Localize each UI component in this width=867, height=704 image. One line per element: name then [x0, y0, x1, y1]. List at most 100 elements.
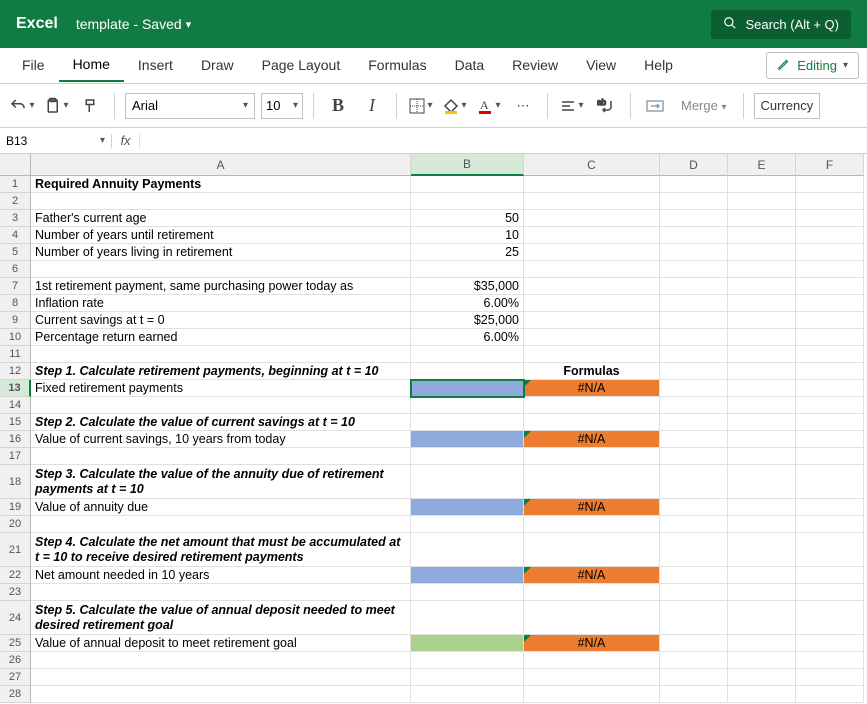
cell-F15[interactable]: [796, 414, 864, 431]
row-header[interactable]: 3: [0, 210, 31, 227]
col-header-B[interactable]: B: [411, 154, 524, 176]
cell-D18[interactable]: [660, 465, 728, 499]
row-header[interactable]: 18: [0, 465, 31, 499]
cell-E27[interactable]: [728, 669, 796, 686]
cell-E10[interactable]: [728, 329, 796, 346]
row-header[interactable]: 19: [0, 499, 31, 516]
cell-F25[interactable]: [796, 635, 864, 652]
cell-B23[interactable]: [411, 584, 524, 601]
cell-F20[interactable]: [796, 516, 864, 533]
cell-C3[interactable]: [524, 210, 660, 227]
cell-D27[interactable]: [660, 669, 728, 686]
cell-F18[interactable]: [796, 465, 864, 499]
cell-C26[interactable]: [524, 652, 660, 669]
cell-D12[interactable]: [660, 363, 728, 380]
cell-F8[interactable]: [796, 295, 864, 312]
cell-F22[interactable]: [796, 567, 864, 584]
cell-B12[interactable]: [411, 363, 524, 380]
cell-C16[interactable]: #N/A: [524, 431, 660, 448]
cell-E13[interactable]: [728, 380, 796, 397]
row-header[interactable]: 28: [0, 686, 31, 703]
cell-A14[interactable]: [31, 397, 411, 414]
wrap-text-button[interactable]: ab: [592, 92, 620, 120]
row-header[interactable]: 5: [0, 244, 31, 261]
cell-D8[interactable]: [660, 295, 728, 312]
search-button[interactable]: Search (Alt + Q): [711, 10, 851, 39]
cell-C11[interactable]: [524, 346, 660, 363]
cell-B27[interactable]: [411, 669, 524, 686]
cell-D14[interactable]: [660, 397, 728, 414]
cell-A8[interactable]: Inflation rate: [31, 295, 411, 312]
cell-A21[interactable]: Step 4. Calculate the net amount that mu…: [31, 533, 411, 567]
cell-D11[interactable]: [660, 346, 728, 363]
cell-A25[interactable]: Value of annual deposit to meet retireme…: [31, 635, 411, 652]
cell-F2[interactable]: [796, 193, 864, 210]
row-header[interactable]: 12: [0, 363, 31, 380]
cell-D1[interactable]: [660, 176, 728, 193]
cell-A20[interactable]: [31, 516, 411, 533]
cell-E25[interactable]: [728, 635, 796, 652]
cell-F12[interactable]: [796, 363, 864, 380]
number-format-select[interactable]: Currency: [754, 93, 821, 119]
cell-C10[interactable]: [524, 329, 660, 346]
cell-B21[interactable]: [411, 533, 524, 567]
cell-E4[interactable]: [728, 227, 796, 244]
cell-A12[interactable]: Step 1. Calculate retirement payments, b…: [31, 363, 411, 380]
cell-C27[interactable]: [524, 669, 660, 686]
cell-B7[interactable]: $35,000: [411, 278, 524, 295]
cell-C22[interactable]: #N/A: [524, 567, 660, 584]
tab-home[interactable]: Home: [59, 50, 124, 82]
cell-D6[interactable]: [660, 261, 728, 278]
cell-E1[interactable]: [728, 176, 796, 193]
fx-icon[interactable]: fx: [112, 133, 140, 148]
cell-B9[interactable]: $25,000: [411, 312, 524, 329]
cell-A16[interactable]: Value of current savings, 10 years from …: [31, 431, 411, 448]
cell-E2[interactable]: [728, 193, 796, 210]
cell-D25[interactable]: [660, 635, 728, 652]
alignment-button[interactable]: ▾: [558, 92, 586, 120]
cell-E21[interactable]: [728, 533, 796, 567]
cell-B6[interactable]: [411, 261, 524, 278]
cell-E17[interactable]: [728, 448, 796, 465]
row-header[interactable]: 21: [0, 533, 31, 567]
cell-B2[interactable]: [411, 193, 524, 210]
cell-A5[interactable]: Number of years living in retirement: [31, 244, 411, 261]
cell-F28[interactable]: [796, 686, 864, 703]
cell-D17[interactable]: [660, 448, 728, 465]
clipboard-button[interactable]: ▾: [42, 92, 70, 120]
cell-C17[interactable]: [524, 448, 660, 465]
font-size-select[interactable]: 10 ▾: [261, 93, 303, 119]
cell-F14[interactable]: [796, 397, 864, 414]
cell-F23[interactable]: [796, 584, 864, 601]
font-name-select[interactable]: Arial ▾: [125, 93, 255, 119]
cell-F27[interactable]: [796, 669, 864, 686]
row-header[interactable]: 14: [0, 397, 31, 414]
cell-F3[interactable]: [796, 210, 864, 227]
cell-F24[interactable]: [796, 601, 864, 635]
cell-C12[interactable]: Formulas: [524, 363, 660, 380]
cell-F11[interactable]: [796, 346, 864, 363]
borders-button[interactable]: ▾: [407, 92, 435, 120]
cell-A10[interactable]: Percentage return earned: [31, 329, 411, 346]
cell-F21[interactable]: [796, 533, 864, 567]
cell-E11[interactable]: [728, 346, 796, 363]
row-header[interactable]: 2: [0, 193, 31, 210]
cell-C1[interactable]: [524, 176, 660, 193]
cell-E23[interactable]: [728, 584, 796, 601]
cell-D15[interactable]: [660, 414, 728, 431]
cell-D2[interactable]: [660, 193, 728, 210]
editing-mode-button[interactable]: Editing ▾: [766, 52, 859, 79]
cell-A13[interactable]: Fixed retirement payments: [31, 380, 411, 397]
col-header-C[interactable]: C: [524, 154, 660, 176]
cell-A22[interactable]: Net amount needed in 10 years: [31, 567, 411, 584]
cell-C14[interactable]: [524, 397, 660, 414]
cell-A28[interactable]: [31, 686, 411, 703]
row-header[interactable]: 8: [0, 295, 31, 312]
cell-C2[interactable]: [524, 193, 660, 210]
cell-F7[interactable]: [796, 278, 864, 295]
cell-A11[interactable]: [31, 346, 411, 363]
cell-C23[interactable]: [524, 584, 660, 601]
row-header[interactable]: 7: [0, 278, 31, 295]
cell-B3[interactable]: 50: [411, 210, 524, 227]
cell-E12[interactable]: [728, 363, 796, 380]
